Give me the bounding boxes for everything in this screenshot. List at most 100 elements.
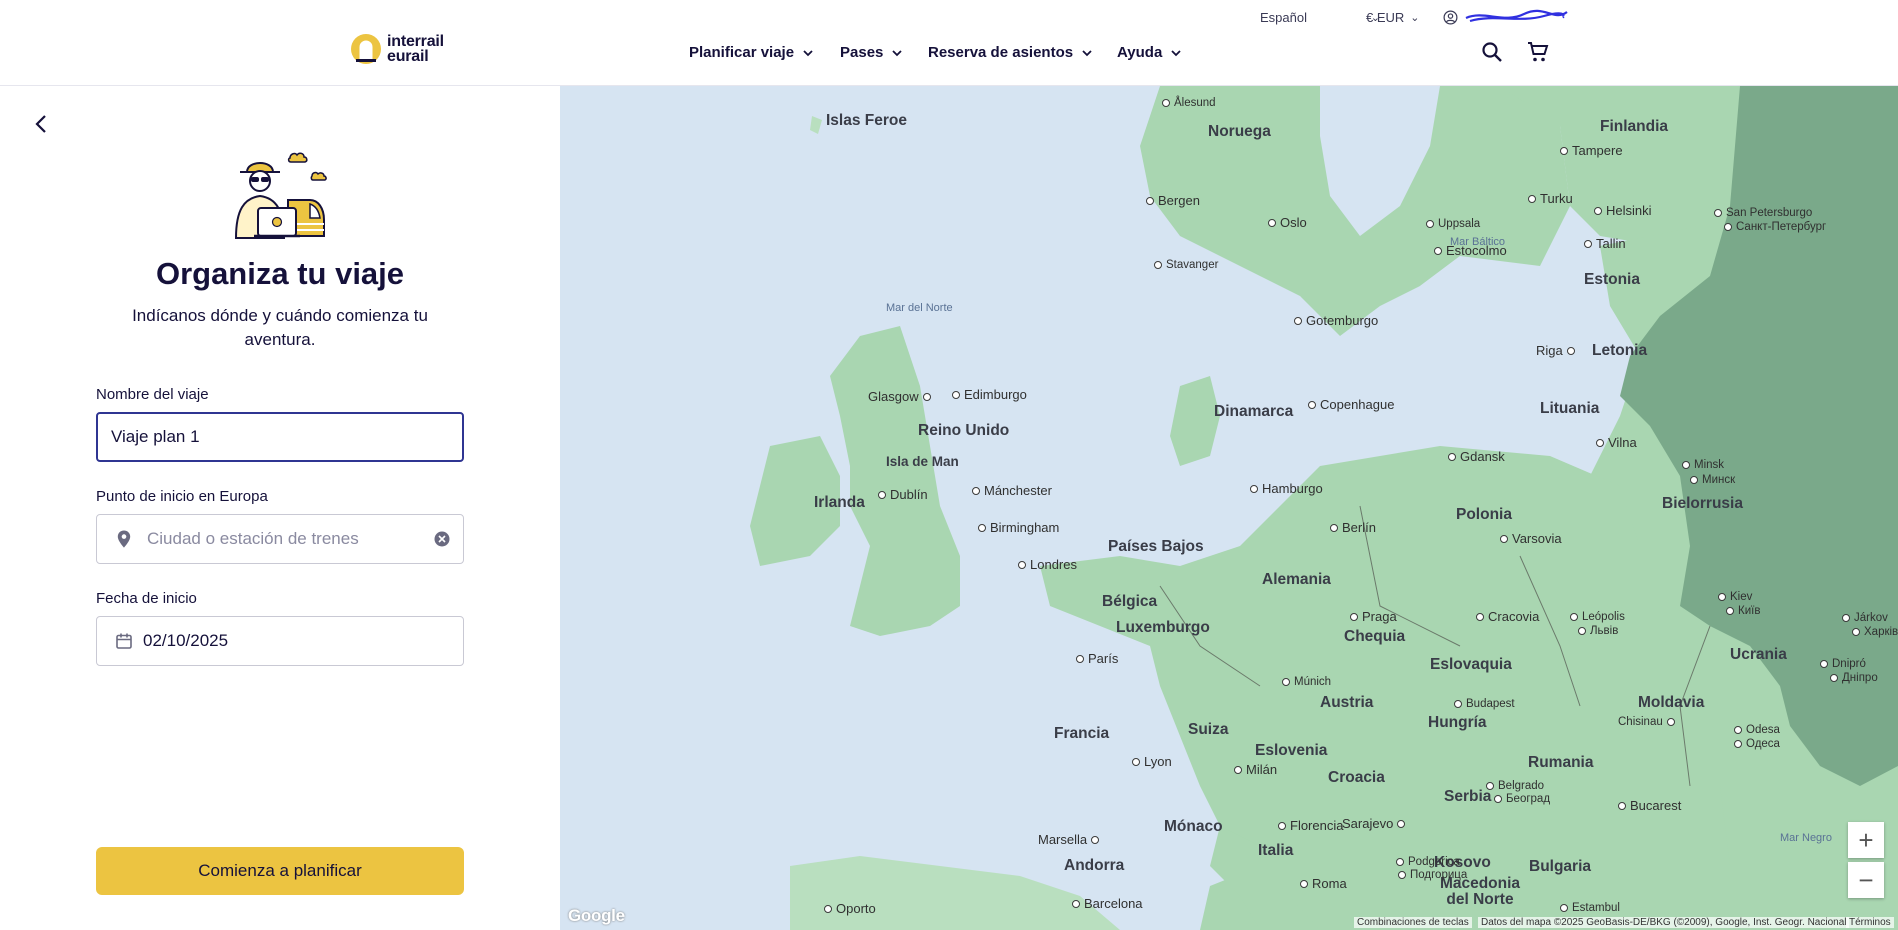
country-label: Austria	[1320, 694, 1374, 711]
country-label: Isla de Man	[886, 454, 959, 469]
currency-selector[interactable]: € EUR ⌄	[1366, 3, 1420, 31]
nav-planificar-viaje[interactable]: Planificar viaje	[689, 44, 814, 61]
country-label: Bélgica	[1102, 593, 1158, 610]
city-label: Vilna	[1596, 435, 1637, 450]
city-label: Milán	[1234, 762, 1277, 777]
zoom-out-button[interactable]: −	[1848, 862, 1884, 898]
country-label: Estonia	[1584, 271, 1640, 288]
calendar-icon	[116, 633, 132, 649]
country-label: Chequia	[1344, 628, 1406, 645]
nav-reserva-asientos[interactable]: Reserva de asientos	[928, 44, 1093, 61]
country-label: Dinamarca	[1214, 403, 1294, 420]
city-label: Chisinau	[1618, 716, 1675, 728]
city-label: Berlín	[1330, 520, 1376, 535]
trip-name-field[interactable]	[96, 412, 464, 462]
country-label: Hungría	[1428, 714, 1487, 731]
logo-line-1: interrail	[387, 33, 444, 50]
start-point-field[interactable]	[96, 514, 464, 564]
chevron-down-icon	[1171, 49, 1181, 56]
start-date-field[interactable]	[96, 616, 464, 666]
city-label: París	[1076, 651, 1118, 666]
city-label: Санкт-Петербург	[1724, 221, 1826, 233]
city-label: Hamburgo	[1250, 481, 1323, 496]
country-label: Serbia	[1444, 788, 1492, 805]
clear-input-icon[interactable]	[433, 530, 451, 548]
city-label: Barcelona	[1072, 896, 1143, 911]
city-label: Uppsala	[1426, 218, 1480, 230]
zoom-in-button[interactable]: +	[1848, 822, 1884, 858]
city-label: Bucarest	[1618, 798, 1681, 813]
start-planning-button[interactable]: Comienza a planificar	[96, 847, 464, 895]
city-label: Helsinki	[1594, 203, 1652, 218]
country-label: Reino Unido	[918, 422, 1010, 439]
country-label: Irlanda	[814, 494, 865, 511]
country-label: Países Bajos	[1108, 538, 1204, 555]
city-label: Ålesund	[1162, 97, 1216, 109]
city-label: Estambul	[1560, 902, 1620, 914]
back-arrow-icon[interactable]	[30, 112, 54, 136]
city-label: Odesa	[1734, 724, 1780, 736]
interrail-eurail-logo[interactable]: interrail eurail	[350, 33, 444, 65]
city-label: Дніпро	[1830, 672, 1878, 684]
city-label: Birmingham	[978, 520, 1059, 535]
city-label: Харків	[1852, 626, 1898, 638]
language-selector[interactable]: Español ⌄	[1260, 3, 1380, 31]
country-label: Italia	[1258, 842, 1294, 859]
city-label: Dublín	[878, 487, 928, 502]
city-label: Marsella	[1038, 832, 1099, 847]
country-label: Ucrania	[1730, 646, 1787, 663]
page-title: Organiza tu viaje	[155, 256, 405, 291]
city-label: Mánchester	[972, 483, 1052, 498]
trip-name-label: Nombre del viaje	[96, 386, 209, 403]
site-header: interrail eurail Planificar viaje Pases …	[0, 0, 1898, 86]
city-label: Минск	[1690, 474, 1735, 486]
city-label: Edimburgo	[952, 387, 1027, 402]
country-label: Alemania	[1262, 571, 1331, 588]
city-label: Estocolmo	[1434, 243, 1507, 258]
account-menu[interactable]	[1443, 3, 1569, 31]
city-label: Bergen	[1146, 193, 1200, 208]
city-label: Tampere	[1560, 143, 1623, 158]
country-label: Bielorrusia	[1662, 495, 1743, 512]
nav-ayuda[interactable]: Ayuda	[1117, 44, 1182, 61]
keyboard-shortcuts-link[interactable]: Combinaciones de teclas	[1354, 917, 1472, 928]
chevron-down-icon	[803, 49, 813, 56]
search-icon[interactable]	[1480, 40, 1504, 64]
nav-label: Planificar viaje	[689, 44, 795, 61]
country-label: Andorra	[1064, 857, 1125, 874]
sun-logo-icon	[351, 34, 381, 64]
country-label: Eslovenia	[1255, 742, 1328, 759]
country-label: Mónaco	[1164, 818, 1223, 835]
start-point-label: Punto de inicio en Europa	[96, 488, 268, 505]
city-label: Varsovia	[1500, 531, 1562, 546]
city-label: San Petersburgo	[1714, 207, 1812, 219]
start-date-label: Fecha de inicio	[96, 590, 197, 607]
start-point-input[interactable]	[147, 529, 433, 549]
city-label: Belgrado	[1486, 780, 1544, 792]
language-label: Español	[1260, 9, 1307, 25]
country-label: Croacia	[1328, 769, 1385, 786]
currency-label: € EUR	[1366, 9, 1405, 25]
terms-link[interactable]: Términos	[1846, 917, 1894, 928]
country-label: Moldavia	[1638, 694, 1705, 711]
city-label: Oslo	[1268, 215, 1307, 230]
city-label: Riga	[1536, 343, 1575, 358]
city-label: Minsk	[1682, 459, 1724, 471]
city-label: Lyon	[1132, 754, 1172, 769]
city-label: Gotemburgo	[1294, 313, 1378, 328]
country-label: Letonia	[1592, 342, 1648, 359]
sea-label: Mar del Norte	[886, 302, 953, 314]
traveler-illustration	[234, 152, 327, 239]
europe-map[interactable]: Mar del Norte Mar Báltico Mar Negro Noru…	[560, 86, 1898, 930]
city-label: Stavanger	[1154, 259, 1218, 271]
city-label: Londres	[1018, 557, 1077, 572]
map-data-attribution[interactable]: Datos del mapa ©2025 GeoBasis-DE/BKG (©2…	[1478, 917, 1850, 928]
cart-icon[interactable]	[1526, 40, 1550, 64]
start-date-input[interactable]	[143, 631, 451, 651]
city-label: Múnich	[1282, 676, 1331, 688]
google-logo[interactable]: Google	[568, 906, 625, 926]
nav-pases[interactable]: Pases	[840, 44, 903, 61]
trip-name-input[interactable]	[111, 427, 462, 447]
page-subtitle: Indícanos dónde y cuándo comienza tu ave…	[132, 306, 428, 349]
city-label: Київ	[1726, 605, 1760, 617]
